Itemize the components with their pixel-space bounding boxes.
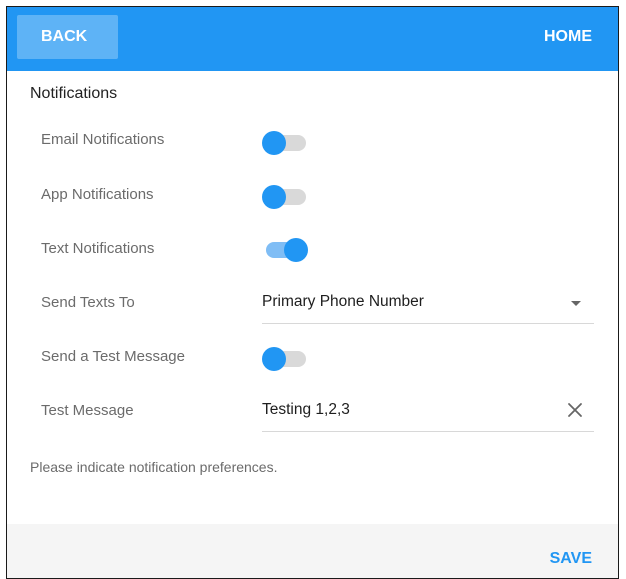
send-texts-to-value: Primary Phone Number bbox=[262, 293, 424, 310]
toggle-thumb bbox=[262, 347, 286, 371]
toggle-thumb bbox=[262, 131, 286, 155]
email-notifications-label: Email Notifications bbox=[41, 131, 165, 148]
send-test-message-label: Send a Test Message bbox=[41, 348, 185, 365]
test-message-value: Testing 1,2,3 bbox=[262, 401, 350, 418]
section-title: Notifications bbox=[30, 85, 118, 102]
send-texts-to-label: Send Texts To bbox=[41, 294, 135, 311]
send-texts-to-select[interactable]: Primary Phone Number bbox=[262, 287, 594, 324]
close-icon[interactable] bbox=[564, 399, 586, 421]
app-notifications-label: App Notifications bbox=[41, 186, 154, 203]
home-button[interactable]: HOME bbox=[544, 15, 592, 59]
test-message-label: Test Message bbox=[41, 402, 134, 419]
test-message-input[interactable]: Testing 1,2,3 bbox=[262, 395, 594, 432]
text-notifications-toggle[interactable] bbox=[262, 237, 308, 262]
footer-bar: SAVE bbox=[7, 524, 618, 578]
settings-panel: BACK HOME Notifications Email Notificati… bbox=[6, 6, 619, 579]
app-bar: BACK HOME bbox=[7, 7, 618, 71]
toggle-thumb bbox=[284, 238, 308, 262]
email-notifications-toggle[interactable] bbox=[262, 130, 308, 155]
toggle-thumb bbox=[262, 185, 286, 209]
back-button[interactable]: BACK bbox=[17, 15, 118, 59]
text-notifications-label: Text Notifications bbox=[41, 240, 155, 257]
app-notifications-toggle[interactable] bbox=[262, 184, 308, 209]
save-button[interactable]: SAVE bbox=[550, 550, 592, 568]
helper-text: Please indicate notification preferences… bbox=[30, 459, 278, 475]
send-test-message-toggle[interactable] bbox=[262, 346, 308, 371]
chevron-down-icon[interactable] bbox=[571, 301, 581, 306]
